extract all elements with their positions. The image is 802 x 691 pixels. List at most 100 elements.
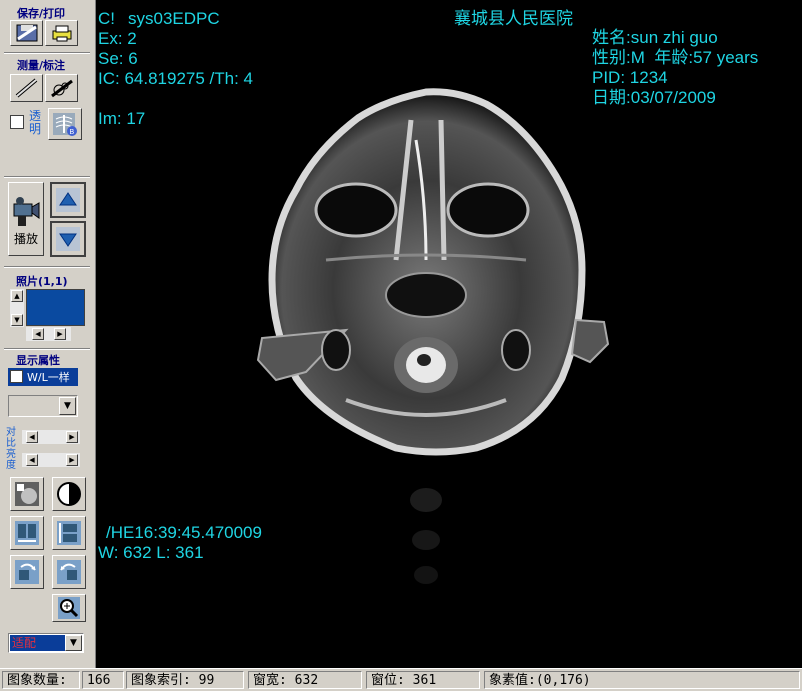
fit-select[interactable]: 适配 ▼ bbox=[8, 633, 84, 653]
scroll-down-button[interactable]: ▼ bbox=[11, 314, 23, 326]
camera-icon bbox=[13, 197, 40, 226]
play-label: 播放 bbox=[13, 232, 38, 246]
brightness-label: 亮度 bbox=[6, 449, 16, 471]
disk-icon bbox=[16, 24, 37, 42]
play-button[interactable]: 播放 bbox=[8, 182, 44, 256]
image-index-label: 图象索引 bbox=[131, 673, 184, 688]
window-level-label: 窗位 bbox=[371, 673, 398, 688]
image-count-label-cell: 图象数量: bbox=[2, 671, 80, 689]
ruler-button[interactable] bbox=[10, 74, 43, 102]
brightness-slider[interactable]: ◀ ▶ bbox=[22, 453, 80, 467]
wl-sync-label: W/L一样 bbox=[27, 371, 70, 384]
previous-image-button[interactable] bbox=[50, 182, 86, 218]
image-index-cell: 图象索引: 99 bbox=[126, 671, 244, 689]
scroll-left-button[interactable]: ◀ bbox=[32, 328, 44, 340]
pixel-value-cell: 象素值:(0,176) bbox=[484, 671, 800, 689]
scroll-up-button[interactable]: ▲ bbox=[11, 290, 23, 302]
flip-vertical-icon bbox=[57, 521, 81, 545]
window-width-value: 632 bbox=[294, 673, 319, 688]
triangle-down-icon bbox=[56, 227, 80, 251]
patient-id: PID: 1234 bbox=[592, 68, 668, 87]
separator bbox=[4, 266, 90, 268]
triangle-up-icon bbox=[56, 188, 80, 212]
sex-value: M bbox=[630, 48, 645, 67]
transparent-label: 透明 bbox=[29, 109, 42, 136]
image-viewport[interactable]: C! sys03EDPC Ex: 2 Se: 6 IC: 64.819275 /… bbox=[96, 0, 802, 668]
zoom-region-button[interactable] bbox=[10, 477, 44, 511]
image-center-thickness: IC: 64.819275 /Th: 4 bbox=[98, 69, 253, 88]
photo-title: 照片(1,1) bbox=[16, 275, 68, 288]
svg-text:B: B bbox=[70, 129, 75, 136]
rotate-right-button[interactable] bbox=[10, 555, 44, 589]
printer-icon bbox=[52, 25, 71, 42]
separator bbox=[4, 348, 90, 350]
window-width-label: 窗宽 bbox=[253, 673, 280, 688]
acquisition-time: /HE16:39:45.470009 bbox=[106, 523, 262, 542]
age-label: 年龄 bbox=[654, 48, 689, 67]
sex-label: 性别 bbox=[592, 48, 626, 67]
patient-name-label: 姓名 bbox=[592, 28, 626, 47]
exam-number: Ex: 2 bbox=[98, 29, 137, 48]
pixel-value-label: 象素值 bbox=[489, 673, 529, 688]
contrast-slider[interactable]: ◀ ▶ bbox=[22, 430, 80, 444]
image-number: Im: 17 bbox=[98, 109, 146, 128]
separator bbox=[4, 176, 90, 178]
preset-select-arrow[interactable]: ▼ bbox=[59, 397, 76, 415]
fit-select-arrow[interactable]: ▼ bbox=[65, 635, 82, 651]
scroll-right-button[interactable]: ▶ bbox=[54, 328, 66, 340]
series-number: Se: 6 bbox=[98, 49, 138, 68]
c-flag: C! bbox=[98, 9, 115, 28]
flip-horizontal-button[interactable] bbox=[10, 516, 44, 550]
print-button[interactable] bbox=[45, 20, 78, 46]
flip-horizontal-icon bbox=[15, 521, 39, 545]
patient-sex-age: 性别:M 年龄:57 years bbox=[592, 48, 759, 67]
window-level-readout: W: 632 L: 361 bbox=[98, 543, 204, 562]
brightness-decrease-button[interactable]: ◀ bbox=[26, 454, 38, 466]
photo-preview[interactable] bbox=[26, 289, 85, 326]
invert-button[interactable] bbox=[52, 477, 86, 511]
age-value: 57 years bbox=[693, 48, 759, 67]
hospital-name: 襄城县人民医院 bbox=[454, 9, 573, 28]
brightness-increase-button[interactable]: ▶ bbox=[66, 454, 78, 466]
window-level-cell: 窗位: 361 bbox=[366, 671, 480, 689]
status-bar: 图象数量: 166 图象索引: 99 窗宽: 632 窗位: 361 象素值:(… bbox=[0, 668, 802, 691]
save-button[interactable] bbox=[10, 20, 43, 46]
fit-select-value: 适配 bbox=[10, 635, 66, 651]
contrast-increase-button[interactable]: ▶ bbox=[66, 431, 78, 443]
chest-xray-icon: B bbox=[53, 113, 77, 136]
date-value: 03/07/2009 bbox=[630, 88, 716, 107]
preset-select[interactable]: ▼ bbox=[8, 395, 78, 417]
wl-sync-checkbox[interactable] bbox=[10, 370, 23, 383]
tool-sidebar: 保存/打印 测量/标注 透明 B 播放 照片(1,1) ▲ ▼ ◀ ▶ 显示属性 bbox=[0, 0, 96, 668]
flip-vertical-button[interactable] bbox=[52, 516, 86, 550]
invert-icon bbox=[57, 482, 81, 506]
chest-xray-button[interactable]: B bbox=[48, 108, 82, 140]
ruler-icon bbox=[15, 78, 37, 98]
study-date: 日期:03/07/2009 bbox=[592, 88, 716, 107]
wl-sync-checkbox-row[interactable]: W/L一样 bbox=[8, 368, 78, 386]
rotate-left-icon bbox=[57, 560, 81, 584]
pixel-value-value: (0,176) bbox=[535, 673, 591, 688]
angle-button[interactable] bbox=[45, 74, 78, 102]
rotate-right-icon bbox=[15, 560, 39, 584]
window-level-value: 361 bbox=[412, 673, 437, 688]
window-width-cell: 窗宽: 632 bbox=[248, 671, 362, 689]
measure-annotate-title: 测量/标注 bbox=[17, 59, 66, 72]
date-label: 日期 bbox=[592, 88, 626, 107]
next-image-button[interactable] bbox=[50, 221, 86, 257]
image-count-label: 图象数量 bbox=[7, 673, 60, 688]
rotate-left-button[interactable] bbox=[52, 555, 86, 589]
magnifier-icon bbox=[58, 597, 80, 619]
transparent-checkbox[interactable] bbox=[10, 115, 24, 129]
region-icon bbox=[15, 482, 39, 506]
contrast-label: 对比 bbox=[6, 427, 16, 449]
photo-vscroll[interactable]: ▲ ▼ bbox=[10, 289, 24, 327]
photo-hscroll[interactable]: ◀ ▶ bbox=[26, 327, 71, 341]
patient-name-value: sun zhi guo bbox=[630, 28, 718, 47]
station-name: sys03EDPC bbox=[128, 9, 220, 28]
image-count-value: 166 bbox=[87, 673, 111, 688]
display-properties-title: 显示属性 bbox=[16, 354, 60, 367]
save-print-title: 保存/打印 bbox=[17, 7, 66, 20]
contrast-decrease-button[interactable]: ◀ bbox=[26, 431, 38, 443]
magnify-button[interactable] bbox=[52, 594, 86, 622]
